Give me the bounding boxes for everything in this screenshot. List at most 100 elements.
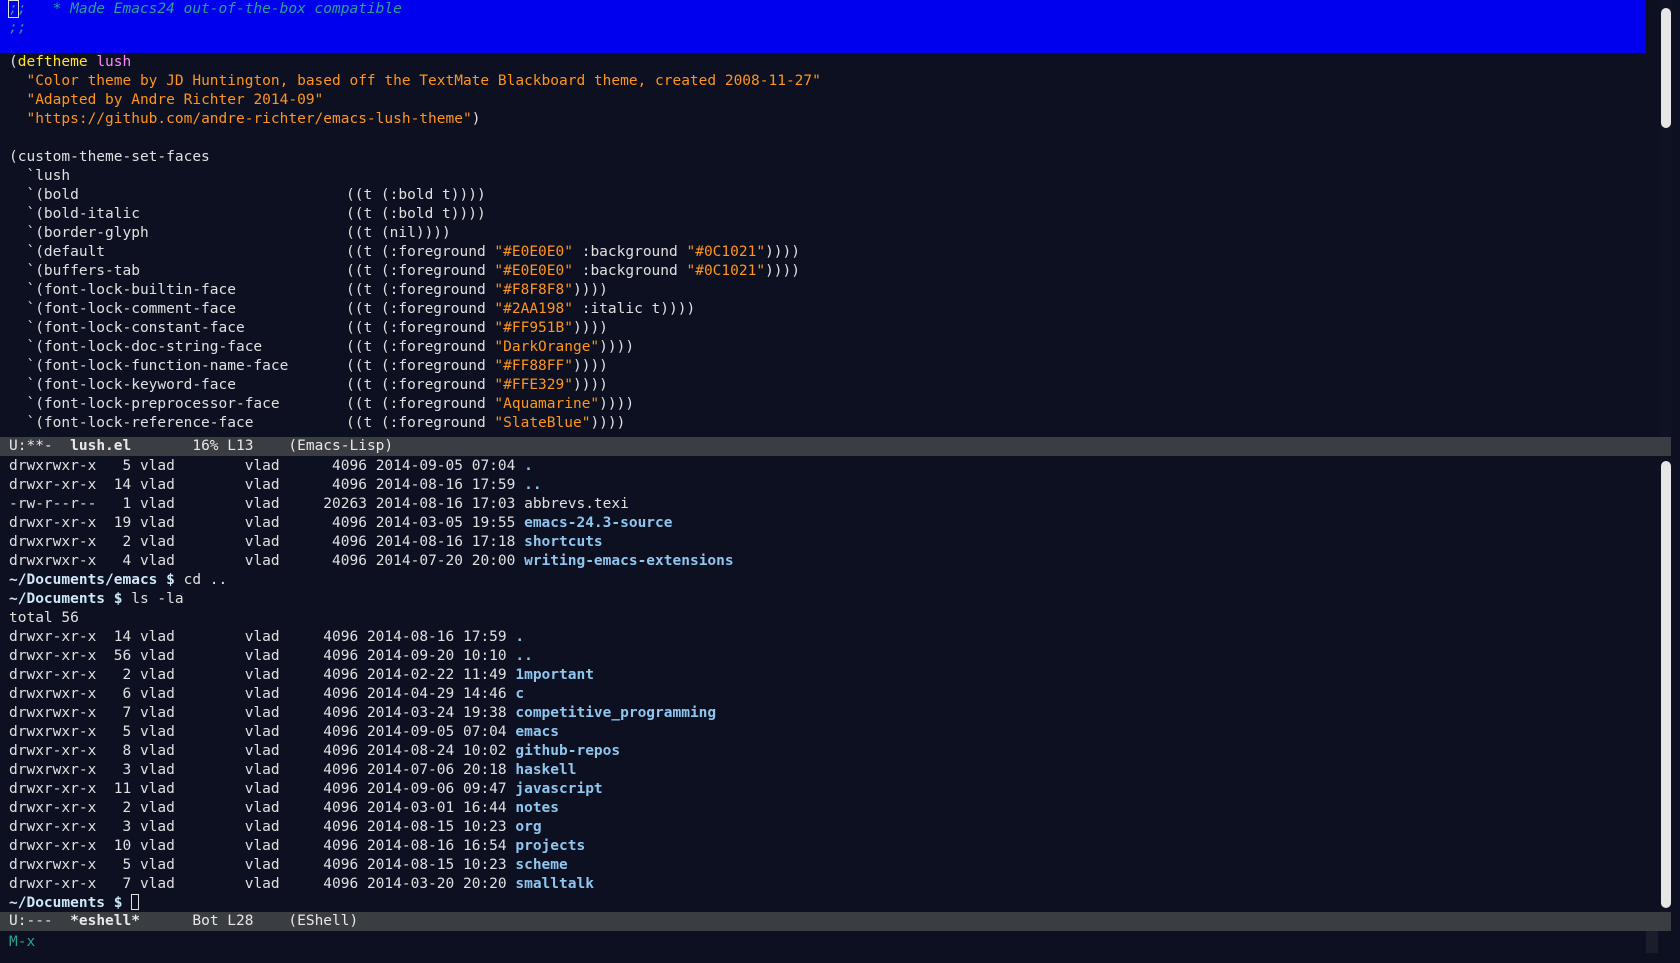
face-spec: ((t (:foreground xyxy=(346,263,495,279)
ls-owner: vlad xyxy=(139,477,245,493)
code-line: (deftheme lush xyxy=(0,53,1646,72)
ls-directory-name[interactable]: shortcuts xyxy=(524,534,603,550)
shell-output: total 56 xyxy=(9,610,79,626)
code-scrollbar[interactable] xyxy=(1660,0,1672,437)
face-color-string: "#E0E0E0" xyxy=(494,263,573,279)
modeline-buffer-name[interactable]: *eshell* xyxy=(70,913,140,929)
eshell-buffer-window[interactable]: drwxrwxr-x 5 vlad vlad 4096 2014-09-05 0… xyxy=(0,457,1646,912)
ls-size: 4096 xyxy=(323,724,367,740)
face-definition-line: `(bold-italic ((t (:bold t)))) xyxy=(0,205,1646,224)
ls-directory-name[interactable]: 1mportant xyxy=(515,667,594,683)
ls-directory-name[interactable]: org xyxy=(515,819,541,835)
ls-link-count: 2 xyxy=(105,800,140,816)
face-spec: :background xyxy=(572,244,687,260)
eshell-scrollbar[interactable] xyxy=(1660,457,1672,912)
face-definition-line: `(font-lock-reference-face ((t (:foregrou… xyxy=(0,414,1646,433)
ls-directory-name[interactable]: competitive_programming xyxy=(515,705,716,721)
ls-directory-name[interactable]: c xyxy=(515,686,524,702)
ls-group: vlad xyxy=(244,496,324,512)
ls-directory-name[interactable]: emacs xyxy=(515,724,559,740)
string-literal: "https://github.com/andre-richter/emacs-… xyxy=(26,111,472,127)
code-scrollbar-thumb[interactable] xyxy=(1661,8,1671,128)
ls-directory-name[interactable]: haskell xyxy=(515,762,576,778)
ls-directory-name[interactable]: javascript xyxy=(515,781,602,797)
face-name: `(default xyxy=(9,244,106,260)
ls-permissions: drwxrwxr-x xyxy=(9,705,106,721)
ls-permissions: drwxrwxr-x xyxy=(9,857,106,873)
modeline-status: U:--- xyxy=(9,913,53,929)
ls-size: 4096 xyxy=(323,515,376,531)
ls-date: 2014-04-29 14:46 xyxy=(366,686,516,702)
modeline-major-mode[interactable]: (EShell) xyxy=(288,913,358,929)
ls-group: vlad xyxy=(244,648,324,664)
face-name: `(font-lock-builtin-face xyxy=(9,282,236,298)
face-color-string: "Aquamarine" xyxy=(494,396,600,412)
ls-link-count: 5 xyxy=(105,458,140,474)
ls-group: vlad xyxy=(244,838,324,854)
ls-permissions: drwxr-xr-x xyxy=(9,800,106,816)
ls-directory-name[interactable]: smalltalk xyxy=(515,876,594,892)
face-name: `(font-lock-keyword-face xyxy=(9,377,236,393)
ls-link-count: 14 xyxy=(105,629,140,645)
ls-size: 4096 xyxy=(323,629,367,645)
ls-directory-name[interactable]: projects xyxy=(515,838,585,854)
ls-entry-row: drwxrwxr-x 4 vlad vlad 4096 2014-07-20 2… xyxy=(0,552,1646,571)
ls-directory-name[interactable]: . xyxy=(524,458,533,474)
face-spec: ((t (:foreground xyxy=(346,301,495,317)
shell-prompt-line: ~/Documents $ xyxy=(0,894,1646,912)
ls-size: 4096 xyxy=(323,534,376,550)
ls-entry-row: drwxrwxr-x 5 vlad vlad 4096 2014-09-05 0… xyxy=(0,723,1646,742)
ls-size: 4096 xyxy=(323,781,367,797)
face-name: `(font-lock-preprocessor-face xyxy=(9,396,280,412)
minibuffer[interactable]: M-x xyxy=(0,931,35,953)
ls-directory-name[interactable]: notes xyxy=(515,800,559,816)
ls-directory-name[interactable]: emacs-24.3-source xyxy=(524,515,672,531)
shell-prompt: ~/Documents $ xyxy=(9,895,123,911)
ls-directory-name[interactable]: writing-emacs-extensions xyxy=(524,553,734,569)
face-definition-line: `(font-lock-builtin-face ((t (:foreground… xyxy=(0,281,1646,300)
ls-directory-name[interactable]: scheme xyxy=(515,857,567,873)
face-name: `(buffers-tab xyxy=(9,263,140,279)
paren: ) xyxy=(471,111,481,127)
code-line: "Color theme by JD Huntington, based off… xyxy=(0,72,1646,91)
shell-output-line: total 56 xyxy=(0,609,1646,628)
code-line-selected: ;; * Made Emacs24 out-of-the-box compati… xyxy=(0,0,1646,19)
ls-file-name[interactable]: abbrevs.texi xyxy=(524,496,629,512)
ls-size: 4096 xyxy=(323,838,367,854)
eshell-scrollbar-thumb[interactable] xyxy=(1661,461,1671,908)
face-definition-line: `(font-lock-preprocessor-face ((t (:foreg… xyxy=(0,395,1646,414)
code-line: `lush xyxy=(0,167,1646,186)
ls-link-count: 3 xyxy=(105,819,140,835)
ls-directory-name[interactable]: .. xyxy=(524,477,541,493)
ls-owner: vlad xyxy=(139,629,245,645)
ls-date: 2014-08-16 17:59 xyxy=(366,629,516,645)
face-name: `(font-lock-comment-face xyxy=(9,301,236,317)
ls-permissions: drwxr-xr-x xyxy=(9,743,106,759)
ls-permissions: drwxrwxr-x xyxy=(9,686,106,702)
ls-owner: vlad xyxy=(139,686,245,702)
modeline-major-mode[interactable]: (Emacs-Lisp) xyxy=(288,438,393,454)
ls-size: 4096 xyxy=(323,876,367,892)
face-name: `(font-lock-constant-face xyxy=(9,320,245,336)
modeline-buffer-name[interactable]: lush.el xyxy=(70,438,131,454)
face-spec: )))) xyxy=(765,244,800,260)
ls-group: vlad xyxy=(244,857,324,873)
face-definition-line: `(bold ((t (:bold t)))) xyxy=(0,186,1646,205)
eshell-modeline: U:--- *eshell* Bot L28 (EShell) xyxy=(0,912,1671,931)
ls-directory-name[interactable]: . xyxy=(515,629,524,645)
ls-link-count: 11 xyxy=(105,781,140,797)
face-definition-line: `(font-lock-keyword-face ((t (:foreground… xyxy=(0,376,1646,395)
ls-directory-name[interactable]: .. xyxy=(515,648,532,664)
code-buffer-window[interactable]: ;; * Made Emacs24 out-of-the-box compati… xyxy=(0,0,1646,437)
modeline-position: Bot L28 xyxy=(192,913,254,929)
modeline-position: 16% L13 xyxy=(192,438,254,454)
ls-date: 2014-03-24 19:38 xyxy=(366,705,516,721)
ls-group: vlad xyxy=(244,705,324,721)
ls-entry-row: drwxr-xr-x 11 vlad vlad 4096 2014-09-06 … xyxy=(0,780,1646,799)
ls-size: 4096 xyxy=(323,648,367,664)
ls-directory-name[interactable]: github-repos xyxy=(515,743,620,759)
ls-entry-row: drwxr-xr-x 2 vlad vlad 4096 2014-03-01 1… xyxy=(0,799,1646,818)
